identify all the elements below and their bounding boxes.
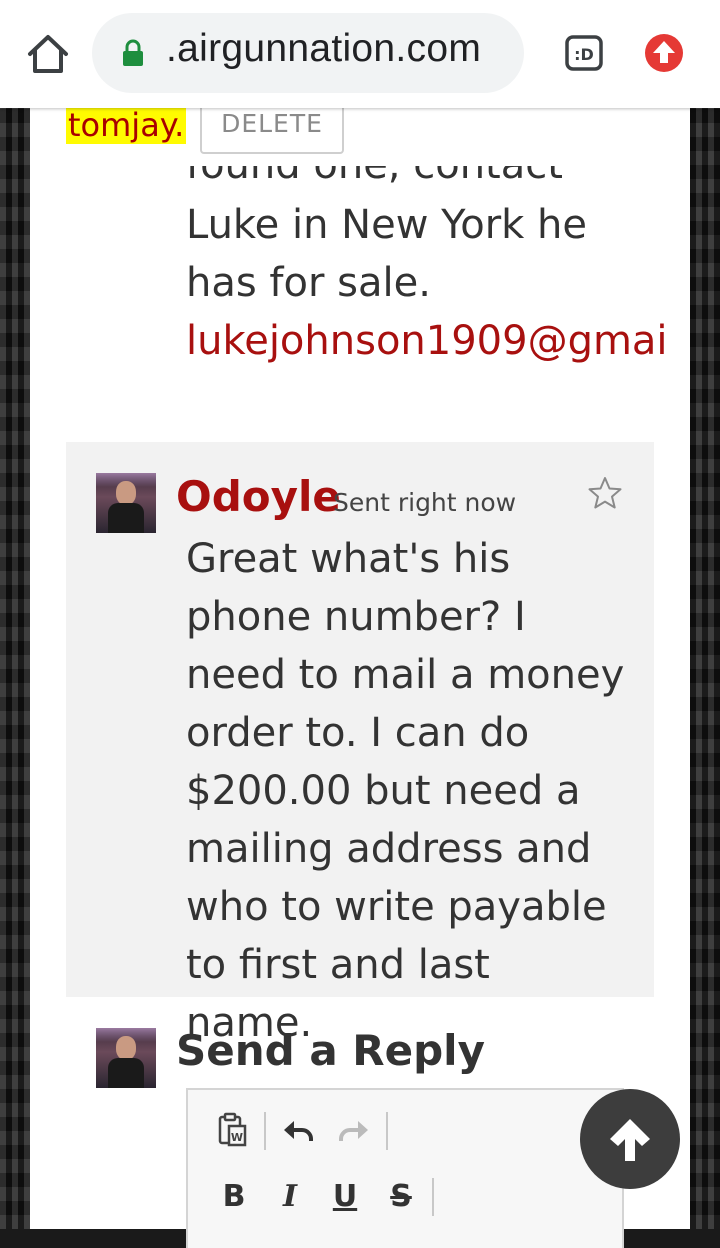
previous-message-line: Luke in New York he [186, 202, 588, 248]
undo-icon[interactable] [280, 1114, 316, 1148]
comment-author[interactable]: Odoyle [176, 472, 341, 521]
home-icon[interactable] [26, 32, 70, 76]
comment-card: Odoyle Sent right now Great what's his p… [66, 442, 654, 1046]
delete-button[interactable]: DELETE [200, 102, 344, 154]
reply-editor-toolbar: W B I U S [186, 1088, 624, 1248]
reply-title: Send a Reply [176, 1026, 485, 1075]
comment-body: Great what's his phone number? I need to… [186, 536, 625, 1046]
browser-toolbar: .airgunnation.com :D [0, 0, 720, 108]
update-icon[interactable] [644, 33, 684, 73]
italic-button[interactable]: I [274, 1176, 306, 1216]
previous-message-partial-line: found one, contact [186, 166, 686, 196]
extension-label: :D [574, 45, 594, 64]
bold-button[interactable]: B [218, 1176, 250, 1216]
paste-word-icon[interactable]: W [216, 1110, 250, 1150]
avatar[interactable] [96, 473, 156, 533]
previous-message-line: has for sale. [186, 260, 431, 306]
previous-message: found one, contact Luke in New York he h… [186, 166, 686, 370]
username-tag[interactable]: tomjay. [66, 108, 187, 144]
scroll-to-top-button[interactable] [580, 1089, 680, 1189]
url-text: .airgunnation.com [166, 27, 482, 70]
underline-button[interactable]: U [328, 1176, 362, 1216]
comment-timestamp: Sent right now [333, 488, 517, 517]
reply-avatar [96, 1028, 156, 1088]
arrow-up-icon [610, 1119, 650, 1161]
email-link[interactable]: lukejohnson1909@gmai [186, 312, 686, 370]
address-bar[interactable]: .airgunnation.com [92, 13, 524, 93]
thread-content: tomjay. DELETE found one, contact Luke i… [30, 102, 690, 1248]
star-icon[interactable] [588, 476, 622, 510]
strikethrough-button[interactable]: S [384, 1176, 418, 1216]
extension-icon[interactable]: :D [564, 34, 604, 72]
redo-icon[interactable] [336, 1114, 372, 1148]
svg-text:W: W [231, 1131, 243, 1144]
lock-icon [122, 39, 144, 67]
